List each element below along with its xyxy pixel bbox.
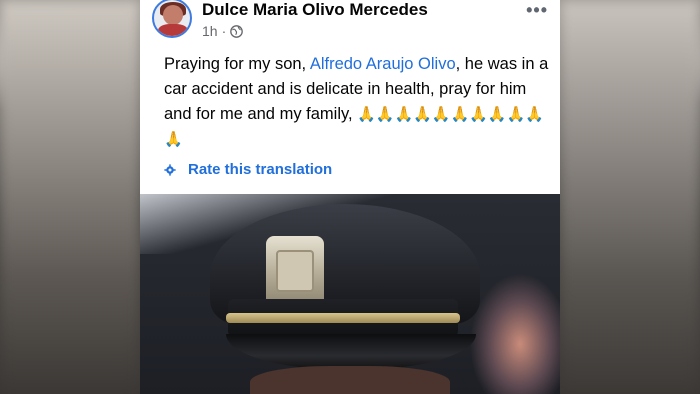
blurred-background-right bbox=[560, 0, 700, 394]
post-photo[interactable] bbox=[140, 194, 560, 394]
post-meta: 1h · bbox=[202, 23, 244, 39]
rate-translation-label: Rate this translation bbox=[188, 161, 333, 178]
police-cap-visor bbox=[226, 334, 476, 370]
tagged-person-link[interactable]: Alfredo Araujo Olivo bbox=[310, 55, 456, 73]
post-text-before-link: Praying for my son, bbox=[164, 55, 310, 73]
police-cap-badge bbox=[266, 236, 324, 306]
post-text: Praying for my son, Alfredo Araujo Olivo… bbox=[164, 52, 549, 152]
post-time[interactable]: 1h bbox=[202, 23, 218, 39]
globe-icon bbox=[230, 24, 244, 38]
rate-translation-button[interactable]: Rate this translation bbox=[164, 161, 332, 178]
officer-face bbox=[250, 366, 450, 394]
avatar-shirt bbox=[158, 24, 188, 36]
gear-icon bbox=[164, 163, 176, 176]
avatar[interactable] bbox=[152, 0, 192, 38]
avatar-face bbox=[163, 5, 183, 25]
badge-emblem bbox=[276, 250, 314, 292]
post-author-name[interactable]: Dulce Maria Olivo Mercedes bbox=[202, 0, 428, 20]
more-options-icon[interactable]: ••• bbox=[526, 0, 548, 21]
blurred-background-left bbox=[0, 0, 140, 394]
facebook-post-card: Dulce Maria Olivo Mercedes 1h · ••• Pray… bbox=[140, 0, 560, 194]
meta-separator: · bbox=[221, 23, 227, 39]
police-cap-gold-strap bbox=[226, 313, 460, 323]
